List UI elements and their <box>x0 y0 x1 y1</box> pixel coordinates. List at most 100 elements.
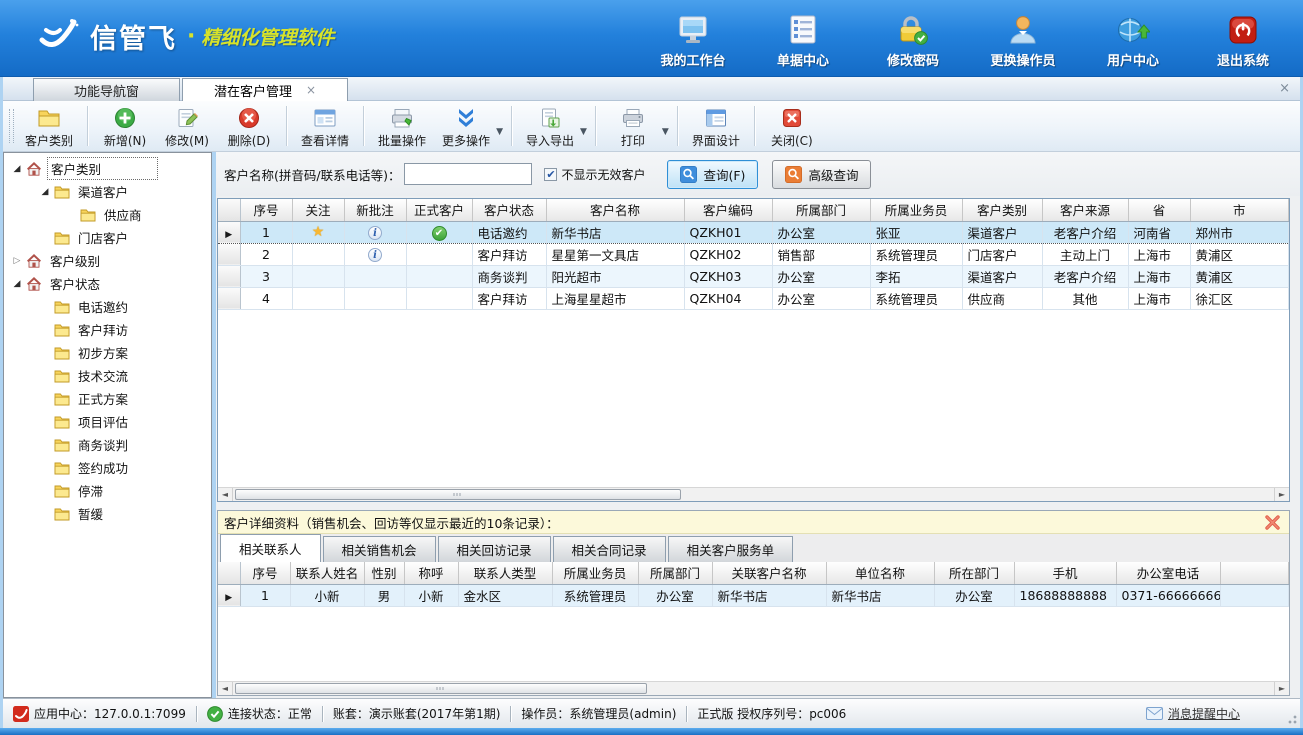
tab-related-service-orders[interactable]: 相关客户服务单 <box>668 536 794 562</box>
customer-category-button[interactable]: 客户类别 <box>17 101 81 151</box>
resize-grip[interactable] <box>1285 712 1297 724</box>
tree-node-status-item[interactable]: 正式方案 <box>4 387 211 410</box>
col-seq[interactable]: 序号 <box>240 199 292 221</box>
tab-potential-customer-management[interactable]: 潜在客户管理 × <box>182 78 348 101</box>
col-name[interactable]: 客户名称 <box>546 199 684 221</box>
tree-node-status-item[interactable]: 停滞 <box>4 479 211 502</box>
detail-close-icon[interactable] <box>1264 514 1281 531</box>
scroll-right-arrow[interactable]: ► <box>1274 488 1289 501</box>
scroll-left-arrow[interactable]: ◄ <box>218 488 233 501</box>
scrollbar-thumb[interactable] <box>235 489 681 500</box>
tree-node-status-item[interactable]: 电话邀约 <box>4 295 211 318</box>
tree-node-store-customer[interactable]: 门店客户 <box>4 226 211 249</box>
table-row[interactable]: 3 商务谈判 阳光超市 QZKH03 办公室 李拓 渠道客户 老客户介绍 上海市… <box>218 265 1289 287</box>
tab-related-contacts[interactable]: 相关联系人 <box>220 534 321 562</box>
table-row[interactable]: ▶ 1 小新 男 小新 金水区 系统管理员 办公室 新华书店 新华书店 办公室 … <box>218 584 1289 606</box>
table-row[interactable]: 4 客户拜访 上海星星超市 QZKH04 办公室 系统管理员 供应商 其他 上海… <box>218 287 1289 309</box>
query-button[interactable]: 查询(F) <box>667 160 758 189</box>
ui-design-button[interactable]: 界面设计 <box>684 101 748 151</box>
scroll-right-arrow[interactable]: ► <box>1274 682 1289 695</box>
tree-node-status-item[interactable]: 项目评估 <box>4 410 211 433</box>
close-button[interactable]: 关闭(C) <box>761 101 823 151</box>
print-dropdown-icon[interactable]: ▼ <box>662 115 669 137</box>
hide-invalid-checkbox[interactable]: ✔ 不显示无效客户 <box>544 166 645 183</box>
delete-button[interactable]: 删除(D) <box>218 101 280 151</box>
col-title[interactable]: 称呼 <box>404 562 458 584</box>
scrollbar-thumb[interactable] <box>235 683 647 694</box>
col-note[interactable]: 新批注 <box>344 199 406 221</box>
horizontal-scrollbar[interactable]: ◄ ► <box>218 681 1289 695</box>
view-detail-button[interactable]: 查看详情 <box>293 101 357 151</box>
col-office-phone[interactable]: 办公室电话 <box>1116 562 1220 584</box>
expand-icon[interactable]: ◢ <box>38 187 52 197</box>
edit-button[interactable]: 修改(M) <box>156 101 218 151</box>
scroll-left-arrow[interactable]: ◄ <box>218 682 233 695</box>
col-linked-customer[interactable]: 关联客户名称 <box>712 562 826 584</box>
tree-node-customer-status[interactable]: ◢ 客户状态 <box>4 272 211 295</box>
col-company[interactable]: 单位名称 <box>826 562 934 584</box>
col-code[interactable]: 客户编码 <box>684 199 772 221</box>
tab-related-followup-records[interactable]: 相关回访记录 <box>438 536 551 562</box>
tree-node-status-item[interactable]: 商务谈判 <box>4 433 211 456</box>
advanced-query-button[interactable]: 高级查询 <box>772 160 871 189</box>
col-gender[interactable]: 性别 <box>364 562 404 584</box>
table-row[interactable]: 2 i 客户拜访 星星第一文具店 QZKH02 销售部 系统管理员 门店客户 主… <box>218 243 1289 265</box>
col-contact-name[interactable]: 联系人姓名 <box>290 562 364 584</box>
print-icon <box>621 105 645 131</box>
expand-icon[interactable]: ◢ <box>10 164 24 174</box>
message-center-link[interactable]: 消息提醒中心 <box>1146 705 1240 722</box>
tree-node-status-item[interactable]: 初步方案 <box>4 341 211 364</box>
col-seq[interactable]: 序号 <box>240 562 290 584</box>
tab-function-navigator[interactable]: 功能导航窗 <box>33 78 180 101</box>
tab-related-sales-opportunities[interactable]: 相关销售机会 <box>323 536 436 562</box>
col-in-dept[interactable]: 所在部门 <box>934 562 1014 584</box>
col-salesman[interactable]: 所属业务员 <box>870 199 962 221</box>
document-center-button[interactable]: 单据中心 <box>761 8 845 69</box>
tree-node-customer-level[interactable]: ▷ 客户级别 <box>4 249 211 272</box>
batch-operation-button[interactable]: 批量操作 <box>370 101 434 151</box>
table-row[interactable]: ▶ 1 ★ i ✔ 电话邀约 新华书店 QZKH01 办公室 张亚 渠道客户 老… <box>218 221 1289 243</box>
col-source[interactable]: 客户来源 <box>1042 199 1128 221</box>
license-status: 正式版 授权序列号：pc006 <box>687 705 856 722</box>
toolbar-separator <box>754 106 755 146</box>
cell-dept: 办公室 <box>772 287 870 309</box>
tree-node-supplier[interactable]: 供应商 <box>4 203 211 226</box>
col-city[interactable]: 市 <box>1190 199 1289 221</box>
exit-system-button[interactable]: 退出系统 <box>1201 8 1285 69</box>
expand-icon[interactable]: ◢ <box>10 279 24 289</box>
col-contact-type[interactable]: 联系人类型 <box>458 562 552 584</box>
col-formal[interactable]: 正式客户 <box>406 199 472 221</box>
tab-related-contract-records[interactable]: 相关合同记录 <box>553 536 666 562</box>
tree-node-channel-customer[interactable]: ◢ 渠道客户 <box>4 180 211 203</box>
col-province[interactable]: 省 <box>1128 199 1190 221</box>
col-status[interactable]: 客户状态 <box>472 199 546 221</box>
tree-node-status-item[interactable]: 技术交流 <box>4 364 211 387</box>
more-operations-dropdown-icon[interactable]: ▼ <box>496 115 503 137</box>
change-password-button[interactable]: 修改密码 <box>871 8 955 69</box>
tree-node-status-item[interactable]: 签约成功 <box>4 456 211 479</box>
col-salesman[interactable]: 所属业务员 <box>552 562 638 584</box>
more-operations-button[interactable]: 更多操作 <box>434 101 498 151</box>
tree-node-status-item[interactable]: 客户拜访 <box>4 318 211 341</box>
user-center-button[interactable]: 用户中心 <box>1091 8 1175 69</box>
col-follow[interactable]: 关注 <box>292 199 344 221</box>
tree-node-status-item[interactable]: 暂缓 <box>4 502 211 525</box>
collapse-icon[interactable]: ▷ <box>10 256 24 266</box>
customer-name-input[interactable] <box>404 163 532 185</box>
col-dept[interactable]: 所属部门 <box>772 199 870 221</box>
add-button[interactable]: 新增(N) <box>94 101 156 151</box>
col-category[interactable]: 客户类别 <box>962 199 1042 221</box>
horizontal-scrollbar[interactable]: ◄ ► <box>218 487 1289 501</box>
tree-node-customer-category[interactable]: ◢ 客户类别 <box>4 157 211 180</box>
tabstrip-close-icon[interactable]: × <box>1279 81 1290 96</box>
col-dept[interactable]: 所属部门 <box>638 562 712 584</box>
switch-operator-button[interactable]: 更换操作员 <box>981 8 1065 69</box>
checkbox-check-icon: ✔ <box>544 168 557 181</box>
customer-category-label: 客户类别 <box>25 132 73 149</box>
print-button[interactable]: 打印 <box>602 101 664 151</box>
import-export-dropdown-icon[interactable]: ▼ <box>580 115 587 137</box>
workbench-button[interactable]: 我的工作台 <box>651 8 735 69</box>
import-export-button[interactable]: 导入导出 <box>518 101 582 151</box>
tab-close-icon[interactable]: × <box>306 84 316 96</box>
col-mobile[interactable]: 手机 <box>1014 562 1116 584</box>
